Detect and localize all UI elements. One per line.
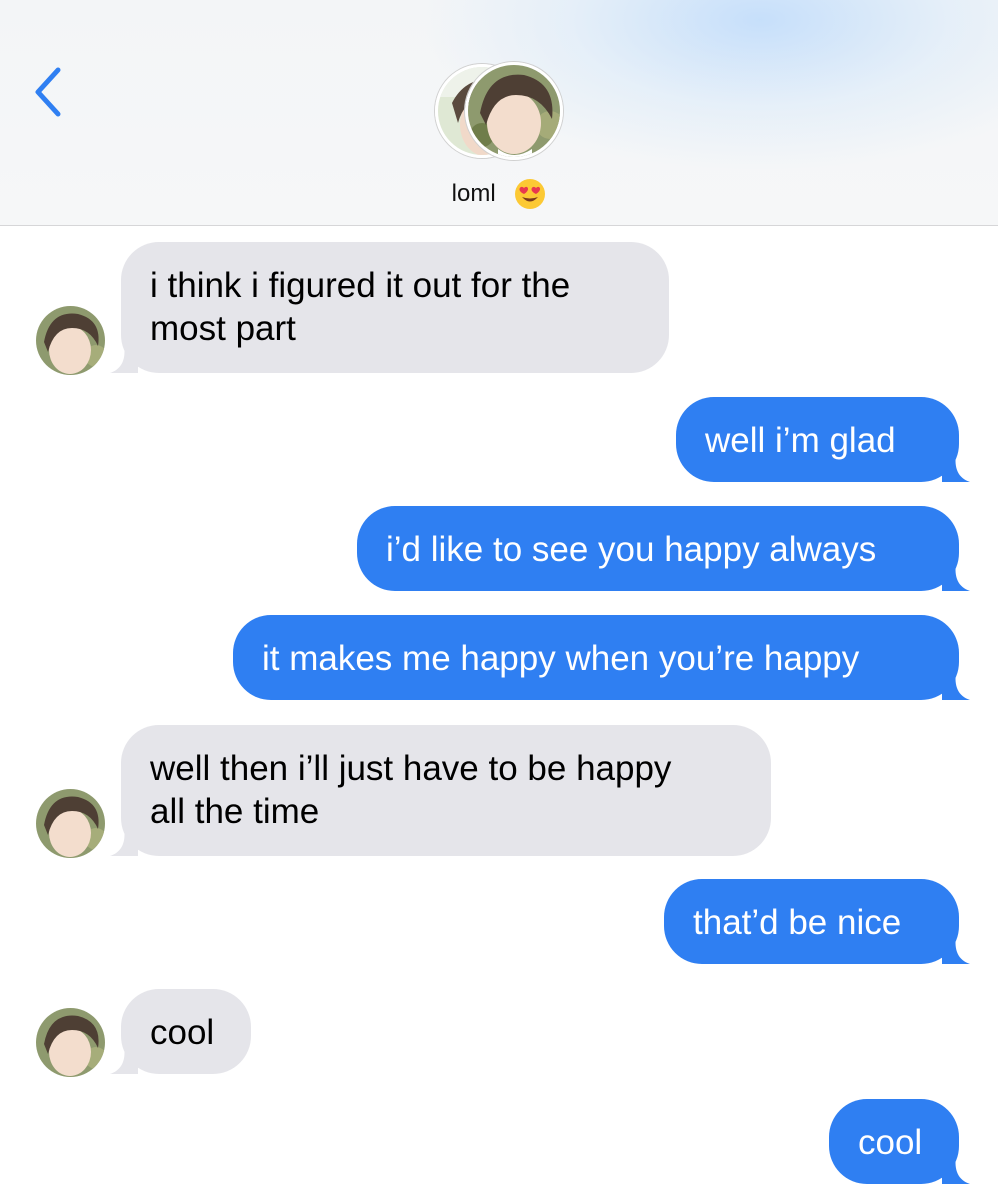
sender-avatar[interactable] (36, 1008, 105, 1077)
bubble-tail (110, 828, 138, 856)
heart-eyes-emoji-icon (515, 179, 546, 209)
back-button[interactable] (26, 62, 76, 122)
incoming-message-bubble[interactable]: well then i’ll just have to be happy all… (110, 725, 771, 856)
sender-avatar[interactable] (36, 789, 105, 858)
bubble-tail (942, 454, 970, 482)
sender-avatar[interactable] (36, 306, 105, 375)
contact-avatar-front (465, 62, 563, 160)
message-text-line: it makes me happy when you’re happy (262, 639, 860, 678)
contact-avatar-stack[interactable] (435, 62, 565, 162)
contact-name-row[interactable]: loml (0, 178, 998, 210)
message-text-line: well then i’ll just have to be happy (150, 749, 672, 788)
contact-name: loml (451, 180, 496, 207)
bubble-tail (942, 1156, 970, 1184)
outgoing-message-bubble[interactable]: it makes me happy when you’re happy (233, 615, 970, 700)
message-text-line: all the time (150, 792, 320, 831)
bubble-tail (110, 1046, 138, 1074)
incoming-message-bubble[interactable]: i think i figured it out for the most pa… (110, 242, 669, 373)
outgoing-message-bubble[interactable]: well i’m glad (676, 397, 970, 482)
outgoing-message-bubble[interactable]: that’d be nice (664, 879, 970, 964)
message-text-line: cool (150, 1013, 215, 1052)
messages-screen: loml i think i figured it out for the mo… (0, 0, 998, 1200)
bubble-tail (942, 563, 970, 591)
outgoing-message-bubble[interactable]: cool (829, 1099, 970, 1184)
message-text-line: well i’m glad (705, 421, 896, 460)
message-text-line: cool (858, 1123, 923, 1162)
chevron-left-icon (35, 67, 61, 117)
conversation-header: loml (0, 0, 998, 226)
bubble-tail (942, 672, 970, 700)
incoming-message-bubble[interactable]: cool (110, 989, 251, 1074)
message-text-line: most part (150, 309, 296, 348)
message-text-line: i’d like to see you happy always (386, 530, 877, 569)
bubble-tail (942, 936, 970, 964)
message-text-line: i think i figured it out for the (150, 266, 571, 305)
bubble-tail (110, 345, 138, 373)
outgoing-message-bubble[interactable]: i’d like to see you happy always (357, 506, 970, 591)
message-text-line: that’d be nice (693, 903, 902, 942)
